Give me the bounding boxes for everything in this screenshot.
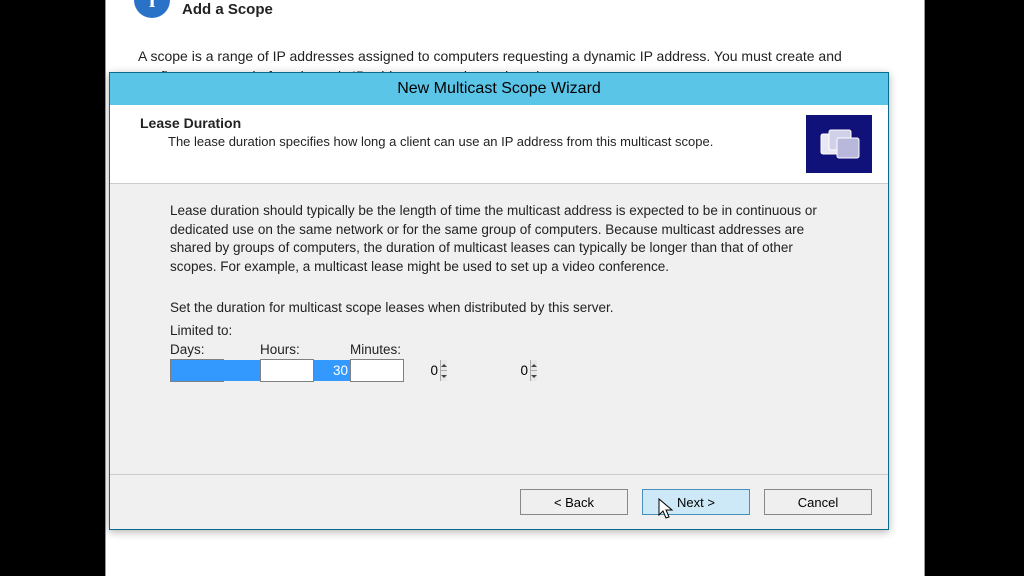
section-title: Lease Duration xyxy=(140,115,794,131)
background-header: i Add a Scope xyxy=(106,0,924,22)
background-title: Add a Scope xyxy=(182,1,273,18)
dialog-footer: < Back Next > Cancel xyxy=(110,474,888,529)
dialog-titlebar: New Multicast Scope Wizard xyxy=(110,73,888,105)
hours-spinner[interactable] xyxy=(260,359,314,382)
duration-row: Days: Hours: xyxy=(170,342,828,382)
paragraph-2: Set the duration for multicast scope lea… xyxy=(170,299,828,318)
dialog-content: Lease duration should typically be the l… xyxy=(110,184,888,382)
days-label: Days: xyxy=(170,342,224,357)
minutes-label: Minutes: xyxy=(350,342,404,357)
info-icon: i xyxy=(134,0,170,18)
minutes-spinner[interactable] xyxy=(350,359,404,382)
folders-icon xyxy=(806,115,872,173)
days-spinner[interactable] xyxy=(170,359,224,382)
minutes-input[interactable] xyxy=(351,360,530,381)
cancel-button[interactable]: Cancel xyxy=(764,489,872,515)
section-subtitle: The lease duration specifies how long a … xyxy=(140,133,794,151)
minutes-down[interactable] xyxy=(531,371,537,381)
dialog-title: New Multicast Scope Wizard xyxy=(397,80,601,98)
minutes-up[interactable] xyxy=(531,360,537,371)
back-button[interactable]: < Back xyxy=(520,489,628,515)
dialog-header-panel: Lease Duration The lease duration specif… xyxy=(110,105,888,184)
hours-label: Hours: xyxy=(260,342,314,357)
paragraph-1: Lease duration should typically be the l… xyxy=(170,202,828,277)
next-button[interactable]: Next > xyxy=(642,489,750,515)
wizard-dialog: New Multicast Scope Wizard Lease Duratio… xyxy=(109,72,889,530)
limited-to-label: Limited to: xyxy=(170,323,828,338)
